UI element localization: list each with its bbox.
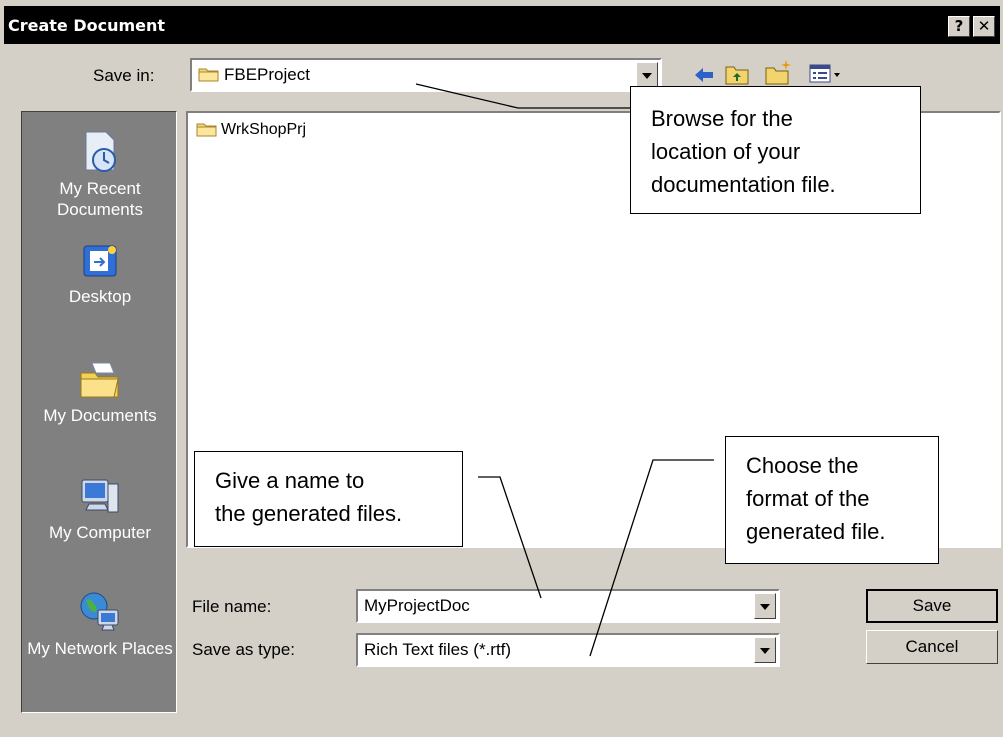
callout-line: generated file. bbox=[746, 519, 886, 544]
format-leader-line bbox=[589, 459, 714, 657]
callout-line: Give a name to bbox=[215, 468, 365, 493]
browse-leader-line bbox=[415, 83, 630, 109]
format-callout: Choose the format of the generated file. bbox=[725, 436, 939, 564]
create-document-dialog: Create Document ? ✕ Save in: FBEProject bbox=[0, 0, 1003, 737]
callout-line: format of the bbox=[746, 486, 870, 511]
callout-line: documentation file. bbox=[651, 172, 836, 197]
name-callout: Give a name to the generated files. bbox=[194, 451, 463, 547]
callout-line: Choose the bbox=[746, 453, 859, 478]
browse-callout: Browse for the location of your document… bbox=[630, 86, 921, 214]
callout-line: location of your bbox=[651, 139, 801, 164]
name-leader-line bbox=[478, 476, 542, 599]
callout-line: the generated files. bbox=[215, 501, 403, 526]
callout-line: Browse for the bbox=[651, 106, 793, 131]
